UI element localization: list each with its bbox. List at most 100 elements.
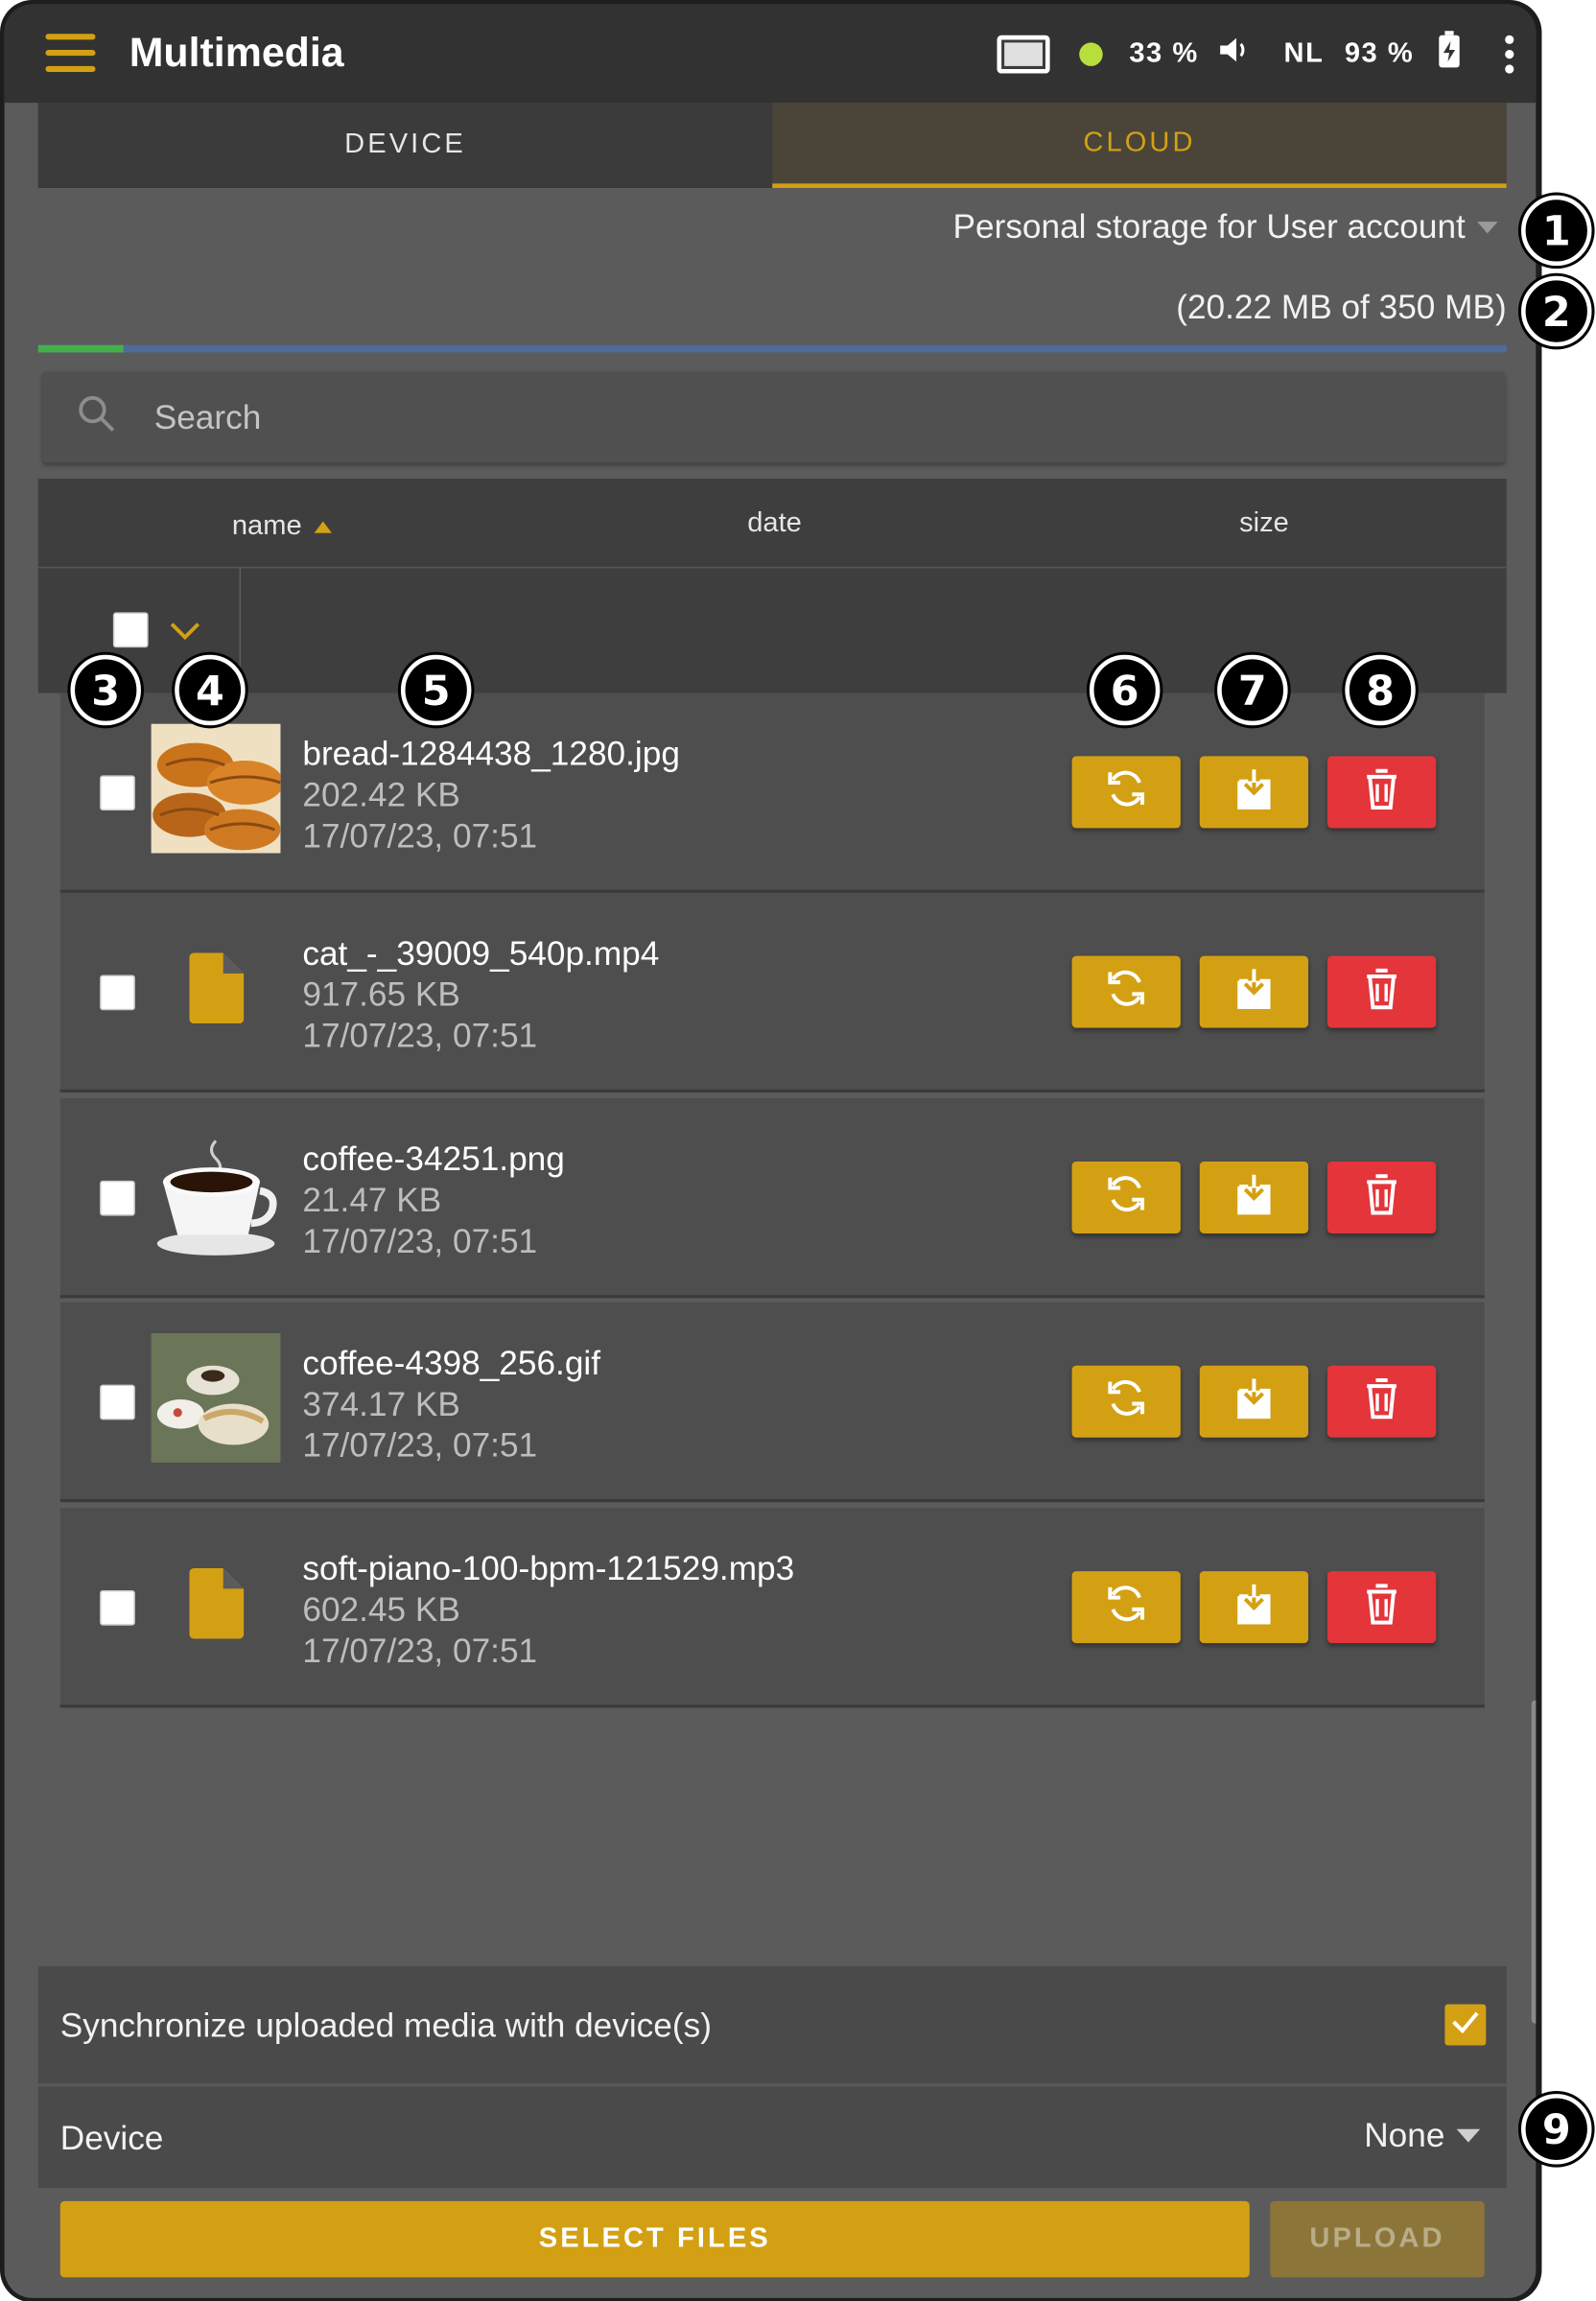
delete-button[interactable] bbox=[1326, 955, 1437, 1028]
delete-button[interactable] bbox=[1326, 756, 1437, 829]
speaker-icon bbox=[1219, 35, 1252, 73]
column-header-size[interactable]: size bbox=[1239, 508, 1289, 541]
file-date: 17/07/23, 07:51 bbox=[302, 1425, 538, 1465]
device-frame: Multimedia 33 % NL 93 % DEVICE CLOUD Per… bbox=[0, 0, 1542, 2301]
row-checkbox[interactable] bbox=[100, 775, 135, 811]
download-icon bbox=[1234, 1582, 1273, 1633]
cpu-value: 33 % bbox=[1129, 37, 1199, 69]
file-name: coffee-34251.png bbox=[302, 1139, 565, 1178]
select-files-button[interactable]: SELECT FILES bbox=[59, 2200, 1250, 2278]
device-option-row: Device None bbox=[37, 2084, 1507, 2189]
file-name: soft-piano-100-bpm-121529.mp3 bbox=[302, 1549, 795, 1587]
file-size: 917.65 KB bbox=[302, 974, 460, 1014]
callout-marker: 4 bbox=[175, 654, 246, 726]
breakfast-image-thumbnail bbox=[151, 1333, 281, 1463]
sync-option-row: Synchronize uploaded media with device(s… bbox=[37, 1965, 1507, 2084]
device-select-value: None bbox=[1364, 2116, 1445, 2154]
file-date: 17/07/23, 07:51 bbox=[302, 1631, 538, 1670]
app-title: Multimedia bbox=[129, 29, 344, 76]
sync-icon bbox=[1104, 1172, 1148, 1224]
sync-icon bbox=[1104, 1582, 1148, 1633]
delete-button[interactable] bbox=[1326, 1571, 1437, 1644]
download-button[interactable] bbox=[1199, 1571, 1309, 1644]
row-checkbox[interactable] bbox=[100, 1180, 135, 1216]
search-input[interactable] bbox=[153, 397, 1329, 437]
trash-icon bbox=[1364, 766, 1399, 818]
coffee-cup-image-thumbnail bbox=[152, 1129, 281, 1258]
file-name: bread-1284438_1280.jpg bbox=[302, 734, 680, 773]
callout-marker: 6 bbox=[1089, 654, 1161, 726]
sync-button[interactable] bbox=[1071, 1161, 1181, 1233]
select-all-checkbox[interactable] bbox=[112, 612, 149, 648]
sync-button[interactable] bbox=[1071, 756, 1181, 829]
sync-button[interactable] bbox=[1071, 1365, 1181, 1438]
storage-quota: (20.22 MB of 350 MB) bbox=[1176, 288, 1507, 326]
file-row[interactable]: coffee-34251.png 21.47 KB 17/07/23, 07:5… bbox=[59, 1098, 1485, 1299]
column-header-date[interactable]: date bbox=[747, 508, 802, 541]
delete-button[interactable] bbox=[1326, 1365, 1437, 1438]
cpu-status-dot-icon bbox=[1079, 41, 1103, 66]
callout-marker: 1 bbox=[1521, 195, 1592, 267]
file-row[interactable]: bread-1284438_1280.jpg 202.42 KB 17/07/2… bbox=[59, 693, 1485, 893]
sync-button[interactable] bbox=[1071, 1571, 1181, 1644]
download-button[interactable] bbox=[1199, 955, 1309, 1028]
callout-marker: 3 bbox=[70, 654, 141, 726]
dropdown-arrow-icon bbox=[1456, 2128, 1481, 2143]
status-bar: 33 % NL 93 % bbox=[997, 5, 1537, 104]
download-icon bbox=[1234, 1375, 1273, 1427]
sync-icon bbox=[1104, 966, 1148, 1018]
callout-marker: 9 bbox=[1521, 2094, 1592, 2165]
file-row[interactable]: cat_-_39009_540p.mp4 917.65 KB 17/07/23,… bbox=[59, 892, 1485, 1092]
file-name: cat_-_39009_540p.mp4 bbox=[302, 933, 660, 973]
tab-device[interactable]: DEVICE bbox=[37, 103, 773, 188]
top-bar: Multimedia 33 % NL 93 % bbox=[4, 4, 1537, 104]
more-options-icon[interactable] bbox=[1505, 34, 1514, 73]
callout-marker: 5 bbox=[400, 654, 472, 726]
row-checkbox[interactable] bbox=[100, 974, 135, 1011]
list-scrollbar[interactable] bbox=[1531, 1700, 1537, 2024]
download-icon bbox=[1234, 1172, 1273, 1224]
column-size-label: size bbox=[1239, 507, 1289, 539]
download-button[interactable] bbox=[1199, 1161, 1309, 1233]
file-row[interactable]: soft-piano-100-bpm-121529.mp3 602.45 KB … bbox=[59, 1508, 1485, 1708]
file-size: 602.45 KB bbox=[302, 1589, 460, 1629]
file-row[interactable]: coffee-4398_256.gif 374.17 KB 17/07/23, … bbox=[59, 1302, 1485, 1503]
storage-select-value: Personal storage for User account bbox=[952, 206, 1466, 246]
sync-checkbox[interactable] bbox=[1444, 2004, 1487, 2046]
file-size: 202.42 KB bbox=[302, 775, 460, 814]
callout-marker: 8 bbox=[1345, 654, 1416, 726]
storage-usage-fill bbox=[37, 344, 124, 353]
upload-button[interactable]: UPLOAD bbox=[1270, 2200, 1485, 2278]
sort-ascending-icon bbox=[313, 521, 332, 533]
file-date: 17/07/23, 07:51 bbox=[302, 816, 538, 855]
storage-select[interactable]: Personal storage for User account bbox=[953, 207, 1498, 247]
column-name-label: name bbox=[231, 510, 302, 542]
trash-icon bbox=[1364, 1375, 1399, 1427]
file-size: 21.47 KB bbox=[302, 1180, 442, 1219]
battery-charging-icon bbox=[1438, 30, 1461, 77]
row-checkbox[interactable] bbox=[100, 1384, 135, 1421]
sync-icon bbox=[1104, 766, 1148, 818]
language-indicator: NL bbox=[1283, 37, 1325, 69]
device-select[interactable]: None bbox=[1364, 2116, 1481, 2155]
download-button[interactable] bbox=[1199, 756, 1309, 829]
callout-marker: 7 bbox=[1217, 654, 1288, 726]
checkmark-icon bbox=[1451, 2009, 1481, 2040]
row-checkbox[interactable] bbox=[100, 1589, 135, 1626]
chevron-down-icon[interactable] bbox=[169, 622, 201, 649]
sync-button[interactable] bbox=[1071, 955, 1181, 1028]
app-screen: Multimedia 33 % NL 93 % DEVICE CLOUD Per… bbox=[4, 4, 1537, 2298]
file-date: 17/07/23, 07:51 bbox=[302, 1016, 538, 1055]
file-name: coffee-4398_256.gif bbox=[302, 1343, 601, 1382]
trash-icon bbox=[1364, 1172, 1399, 1224]
storage-usage-bar bbox=[37, 344, 1507, 353]
menu-icon[interactable] bbox=[45, 34, 96, 73]
tab-cloud[interactable]: CLOUD bbox=[772, 103, 1507, 188]
download-button[interactable] bbox=[1199, 1365, 1309, 1438]
search-box bbox=[42, 371, 1506, 463]
search-icon bbox=[78, 394, 116, 439]
screen-icon bbox=[997, 34, 1050, 73]
battery-value: 93 % bbox=[1344, 37, 1415, 69]
column-header-name[interactable]: name bbox=[231, 510, 332, 544]
delete-button[interactable] bbox=[1326, 1161, 1437, 1233]
